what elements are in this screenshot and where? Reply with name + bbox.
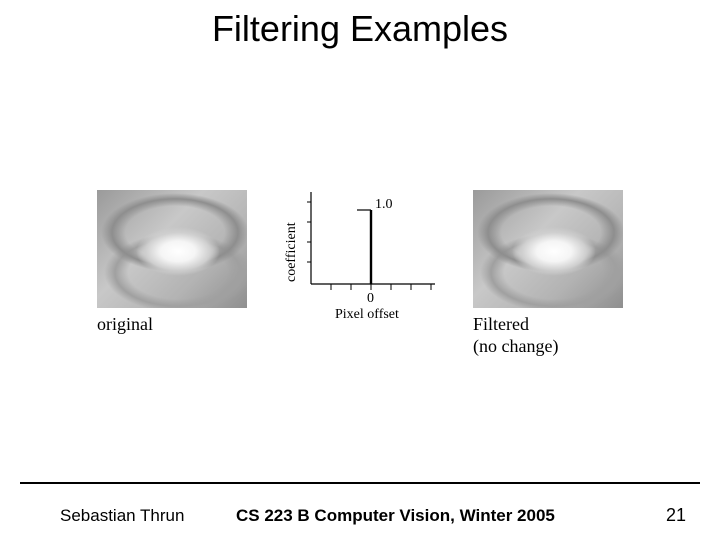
plot-x-axis-label: Pixel offset: [335, 307, 399, 322]
plot-value-label: 1.0: [375, 197, 393, 212]
filtered-caption-line2: (no change): [473, 336, 558, 356]
footer-rule: [20, 482, 700, 484]
plot-y-axis-label: coefficient: [284, 222, 299, 282]
slide: Filtering Examples original: [0, 0, 720, 540]
filter-plot: 1.0 0 coefficient Pixel offset: [275, 184, 445, 324]
filtered-caption: Filtered (no change): [473, 314, 558, 357]
footer-page-number: 21: [666, 505, 686, 526]
footer-course: CS 223 B Computer Vision, Winter 2005: [236, 506, 555, 526]
panel-original: original: [97, 190, 247, 336]
panel-filtered: Filtered (no change): [473, 190, 623, 357]
panel-filter-plot: 1.0 0 coefficient Pixel offset: [275, 184, 445, 324]
footer-author: Sebastian Thrun: [60, 506, 184, 526]
plot-zero-label: 0: [367, 291, 374, 306]
slide-title: Filtering Examples: [0, 8, 720, 50]
content-row: original: [0, 190, 720, 357]
filtered-image: [473, 190, 623, 308]
original-caption: original: [97, 314, 153, 336]
filtered-caption-line1: Filtered: [473, 314, 529, 334]
original-image: [97, 190, 247, 308]
